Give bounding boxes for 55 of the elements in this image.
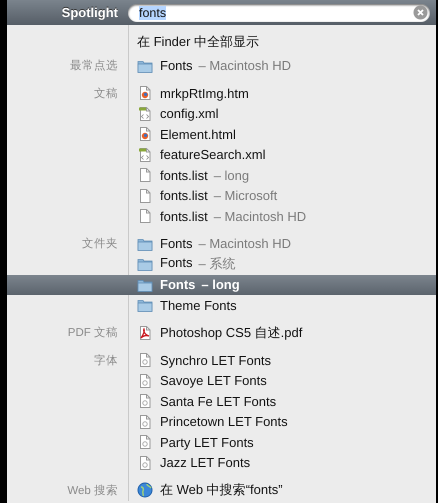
result-name[interactable]: mrkpRtImg.htm [160,86,249,101]
result-name[interactable]: Photoshop CS5 自述.pdf [160,324,302,342]
result-name[interactable]: fonts.list [160,208,208,224]
clear-icon[interactable] [413,5,428,20]
result-name[interactable]: Theme Fonts [160,298,237,313]
folder-icon [137,256,153,272]
category-label: 最常点选 [69,58,119,74]
result-name[interactable]: Party LET Fonts [160,434,254,450]
category-label: PDF 文稿 [66,326,119,340]
result-name[interactable]: fonts.list [160,188,208,204]
show-all-in-finder[interactable]: 在 Finder 中全部显示 [137,33,260,52]
result-name[interactable]: Fonts [160,277,196,292]
folder-icon [137,297,153,314]
result-name[interactable]: fonts.list [160,168,208,183]
font-file-icon [137,372,153,389]
font-file-icon [137,352,153,368]
font-file-icon [137,393,153,410]
result-location: – Macintosh HD [214,208,306,224]
result-location: – 系统 [198,255,236,274]
document-icon [137,208,153,224]
result-location: – long [201,277,240,292]
result-name[interactable]: featureSearch.xml [160,147,266,162]
code-document-icon [137,146,153,163]
document-icon [137,188,153,204]
result-location: – Macintosh HD [198,236,291,252]
category-label: 文件夹 [81,236,119,252]
result-name[interactable]: Synchro LET Fonts [160,352,272,368]
font-file-icon [137,454,153,471]
web-document-icon [137,126,153,142]
result-name[interactable]: Fonts [160,236,193,252]
category-label: 文稿 [93,86,119,101]
result-name[interactable]: Fonts [160,58,193,74]
font-file-icon [137,434,153,450]
result-location: – Microsoft [214,188,278,204]
category-label: Web 搜索 [66,484,119,498]
result-name[interactable]: Element.html [160,126,236,142]
result-name[interactable]: Santa Fe LET Fonts [160,394,276,409]
spotlight-title: Spotlight [60,5,119,20]
font-file-icon [137,414,153,430]
result-name[interactable]: Fonts [160,255,193,274]
search-field[interactable]: fonts [128,4,430,22]
result-name[interactable]: Princetown LET Fonts [160,414,288,430]
code-document-icon [137,106,153,122]
document-icon [137,167,153,184]
result-name[interactable]: 在 Web 中搜索“fonts” [160,481,283,500]
result-name[interactable]: config.xml [160,106,219,122]
selected-result-row[interactable]: Fonts – long [7,274,436,295]
result-location: – long [214,168,250,183]
pdf-icon [137,324,153,341]
result-name[interactable]: Savoye LET Fonts [160,373,267,388]
web-document-icon [137,85,153,102]
globe-icon [137,482,153,498]
result-location: – Macintosh HD [198,58,291,74]
result-name[interactable]: Jazz LET Fonts [160,455,250,470]
category-label: 字体 [93,353,119,368]
